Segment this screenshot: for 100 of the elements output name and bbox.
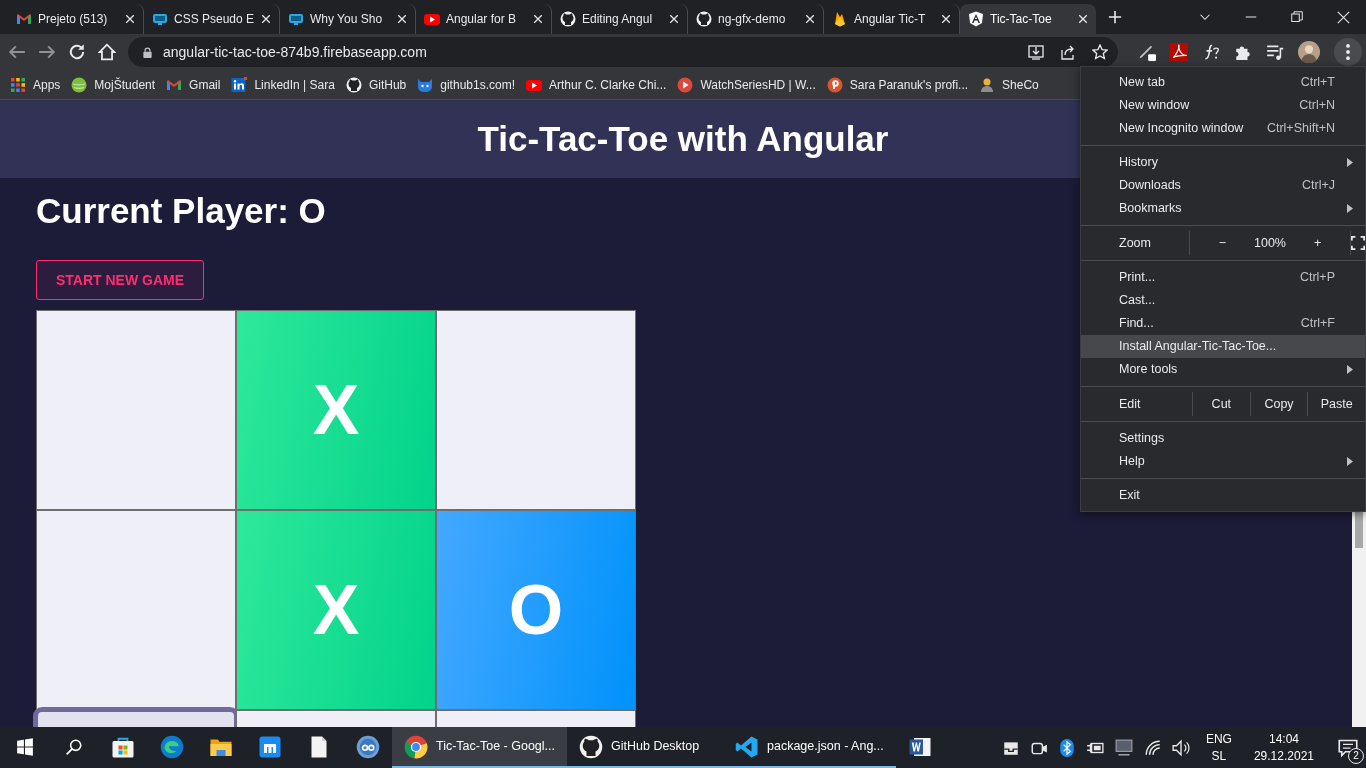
board-cell[interactable]: [436, 310, 636, 510]
speaker-icon[interactable]: [1171, 738, 1190, 757]
menu-button[interactable]: Paste: [1307, 392, 1365, 416]
page-title: Tic-Tac-Toe with Angular: [477, 118, 889, 160]
menu-item[interactable]: More tools: [1081, 358, 1365, 381]
address-bar[interactable]: angular-tic-tac-toe-874b9.firebaseapp.com: [128, 37, 1118, 67]
url-text: angular-tic-tac-toe-874b9.firebaseapp.com: [163, 42, 427, 62]
language-indicator[interactable]: ENG: [1205, 731, 1232, 748]
board-cell[interactable]: [36, 510, 236, 710]
pdf-icon[interactable]: [1170, 43, 1188, 61]
taskbar-item[interactable]: Tic-Tac-Toe - Googl...: [392, 727, 567, 768]
close-icon[interactable]: [669, 14, 679, 24]
submenu-arrow-icon: [1347, 158, 1353, 167]
lock-icon: [142, 45, 153, 59]
bluetooth-icon[interactable]: [1057, 738, 1076, 757]
close-icon[interactable]: [261, 14, 271, 24]
bookmark[interactable]: LinkedIn | Sara: [231, 75, 335, 94]
search-icon: [64, 737, 83, 756]
zoom-level: 100%: [1254, 234, 1286, 252]
home-icon[interactable]: [98, 43, 116, 61]
taskbar-item[interactable]: GitHub Desktop: [567, 727, 723, 768]
cat-icon: [417, 76, 434, 93]
linkedin-icon: [231, 76, 248, 93]
bookmark[interactable]: Gmail: [166, 75, 221, 94]
forward-arrow-icon[interactable]: [38, 43, 56, 61]
wifi-icon[interactable]: [1143, 738, 1162, 757]
menu-item[interactable]: Downloads Ctrl+J: [1081, 174, 1365, 197]
close-icon[interactable]: [1078, 14, 1088, 24]
menu-item[interactable]: Print... Ctrl+P: [1081, 266, 1365, 289]
bookmark[interactable]: GitHub: [345, 75, 407, 94]
star-icon[interactable]: [1092, 44, 1108, 60]
menu-item[interactable]: History: [1081, 151, 1365, 174]
ball-icon: [71, 76, 88, 93]
menu-icon[interactable]: [1334, 38, 1362, 66]
bookmark[interactable]: Apps: [10, 75, 61, 94]
github-icon: [345, 76, 362, 93]
close-icon[interactable]: [941, 14, 951, 24]
share-icon[interactable]: [1060, 44, 1076, 60]
qb-icon: [355, 734, 380, 759]
windows-icon: [15, 737, 34, 756]
taskbar-item[interactable]: package.json - Ang...: [723, 727, 896, 768]
submenu-arrow-icon: [1347, 204, 1353, 213]
zoom-out-button[interactable]: −: [1218, 233, 1226, 253]
clock-time[interactable]: 14:04: [1253, 731, 1314, 748]
new-tab-icon[interactable]: [1108, 10, 1122, 24]
bookmark[interactable]: SheCo: [979, 75, 1039, 94]
menu-item[interactable]: Bookmarks: [1081, 197, 1365, 220]
language-indicator[interactable]: SL: [1205, 747, 1232, 764]
submenu-arrow-icon: [1347, 365, 1353, 374]
menu-item[interactable]: Exit: [1081, 484, 1365, 507]
fullscreen-icon[interactable]: [1351, 236, 1365, 250]
menu-item[interactable]: Settings: [1081, 427, 1365, 450]
github-icon: [696, 11, 712, 27]
play-icon: [677, 76, 694, 93]
mail-icon: [16, 11, 32, 27]
back-arrow-icon[interactable]: [8, 43, 26, 61]
board-cell[interactable]: [36, 310, 236, 510]
avatar-icon[interactable]: [1298, 41, 1320, 63]
notification-icon[interactable]: [1338, 737, 1358, 758]
new-game-button[interactable]: START NEW GAME: [36, 260, 205, 300]
close-icon[interactable]: [125, 14, 135, 24]
close-icon[interactable]: [805, 14, 815, 24]
menu-button[interactable]: Cut: [1192, 392, 1250, 416]
chrome-icon: [404, 734, 428, 759]
menu-item[interactable]: New window Ctrl+N: [1081, 94, 1365, 117]
notification-count: 2: [1348, 747, 1364, 764]
bookmark[interactable]: Sara Paranuk's profi...: [826, 75, 969, 94]
restore-icon[interactable]: [1291, 11, 1303, 23]
menu-item[interactable]: New Incognito window Ctrl+Shift+N: [1081, 117, 1365, 140]
bookmark[interactable]: Arthur C. Clarke Chi...: [526, 75, 667, 94]
play-icon: [424, 11, 440, 27]
clock-date[interactable]: 29.12.2021: [1253, 747, 1314, 764]
monitor-icon: [152, 11, 168, 27]
playlist-icon[interactable]: [1266, 43, 1284, 61]
person-icon: [979, 76, 996, 93]
bookmark[interactable]: WatchSeriesHD | W...: [677, 75, 816, 94]
bookmark[interactable]: github1s.com!: [417, 75, 515, 94]
reload-icon[interactable]: [68, 43, 86, 61]
browser-tab[interactable]: Tic-Tac-Toe: [960, 4, 1096, 34]
menu-item[interactable]: Find... Ctrl+F: [1081, 312, 1365, 335]
close-icon[interactable]: [1337, 10, 1350, 24]
function-icon[interactable]: [1202, 43, 1220, 61]
edge-icon: [159, 734, 184, 759]
close-icon[interactable]: [533, 14, 543, 24]
menu-button[interactable]: Copy: [1249, 392, 1308, 416]
pen-icon[interactable]: [1138, 43, 1156, 61]
current-player-heading: Current Player: O: [36, 190, 326, 232]
menu-item[interactable]: Cast...: [1081, 289, 1365, 312]
menu-item[interactable]: Install Angular-Tic-Tac-Toe...: [1081, 335, 1365, 358]
grid-icon: [10, 76, 26, 93]
menu-item[interactable]: New tab Ctrl+T: [1081, 71, 1365, 94]
monitor-icon: [288, 11, 304, 27]
close-icon[interactable]: [397, 14, 407, 24]
bookmark[interactable]: MojŠtudent: [71, 75, 156, 94]
install-icon[interactable]: [1028, 44, 1044, 60]
menu-item[interactable]: Help: [1081, 450, 1365, 473]
monitor-icon[interactable]: [1113, 738, 1134, 757]
github-icon: [560, 11, 576, 27]
zoom-in-button[interactable]: +: [1313, 233, 1322, 253]
vscode-icon: [735, 734, 759, 759]
